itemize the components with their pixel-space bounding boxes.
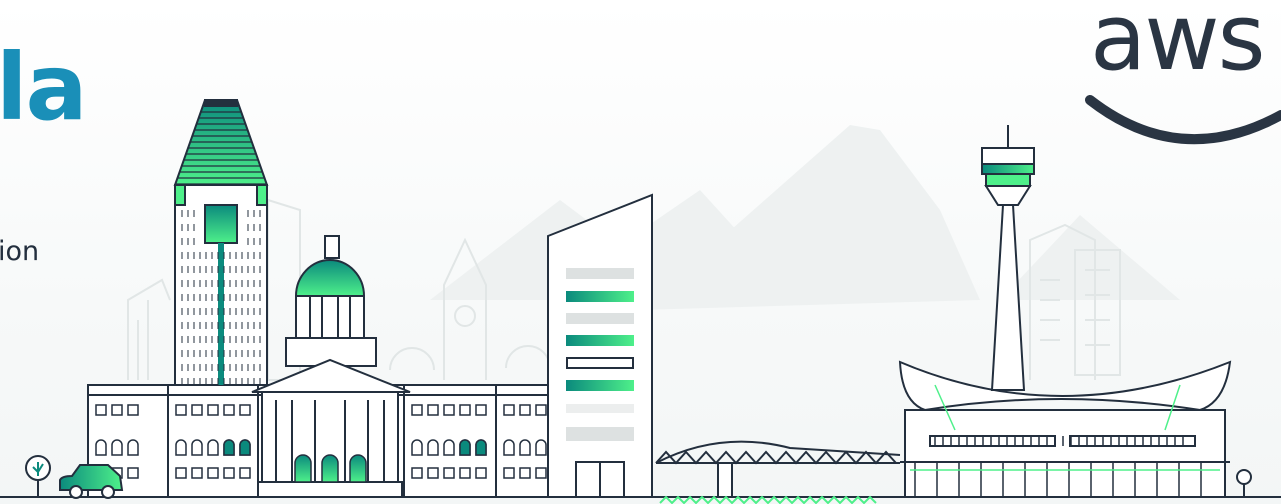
skyscraper [173, 99, 269, 386]
capitol-doors [294, 454, 367, 483]
window [427, 439, 439, 456]
window [411, 467, 423, 479]
lamp-post-icon [1236, 469, 1252, 497]
window [427, 467, 439, 479]
window [175, 439, 187, 456]
window [459, 404, 471, 416]
window [443, 467, 455, 479]
mountains [430, 125, 1180, 310]
window [191, 404, 203, 416]
window [239, 404, 251, 416]
window [239, 467, 251, 479]
window [519, 439, 531, 456]
arena [898, 360, 1232, 498]
window [503, 404, 515, 416]
window [127, 467, 139, 479]
window [223, 439, 235, 456]
city-skyline-illustration [0, 99, 1281, 504]
window [191, 439, 203, 456]
window [503, 467, 515, 479]
window [127, 404, 139, 416]
window [459, 467, 471, 479]
window [111, 439, 123, 456]
window [475, 439, 487, 456]
window [519, 404, 531, 416]
window [519, 467, 531, 479]
window [459, 439, 471, 456]
window [111, 404, 123, 416]
window [427, 404, 439, 416]
window [191, 467, 203, 479]
window [175, 404, 187, 416]
window [207, 439, 219, 456]
banner: { "hero": { "title_fragment": "la", "sub… [0, 0, 1281, 504]
window [223, 467, 235, 479]
window [411, 439, 423, 456]
window [411, 404, 423, 416]
window [223, 404, 235, 416]
window [475, 467, 487, 479]
tree-icon [25, 455, 51, 497]
window [535, 439, 547, 456]
window [535, 467, 547, 479]
window [95, 404, 107, 416]
window [95, 439, 107, 456]
observation-tower [981, 125, 1035, 391]
window [207, 404, 219, 416]
window [443, 404, 455, 416]
window [239, 439, 251, 456]
window [127, 439, 139, 456]
window [207, 467, 219, 479]
bridge [655, 440, 901, 498]
window [475, 404, 487, 416]
window [503, 439, 515, 456]
window [175, 467, 187, 479]
window [443, 439, 455, 456]
window [535, 404, 547, 416]
